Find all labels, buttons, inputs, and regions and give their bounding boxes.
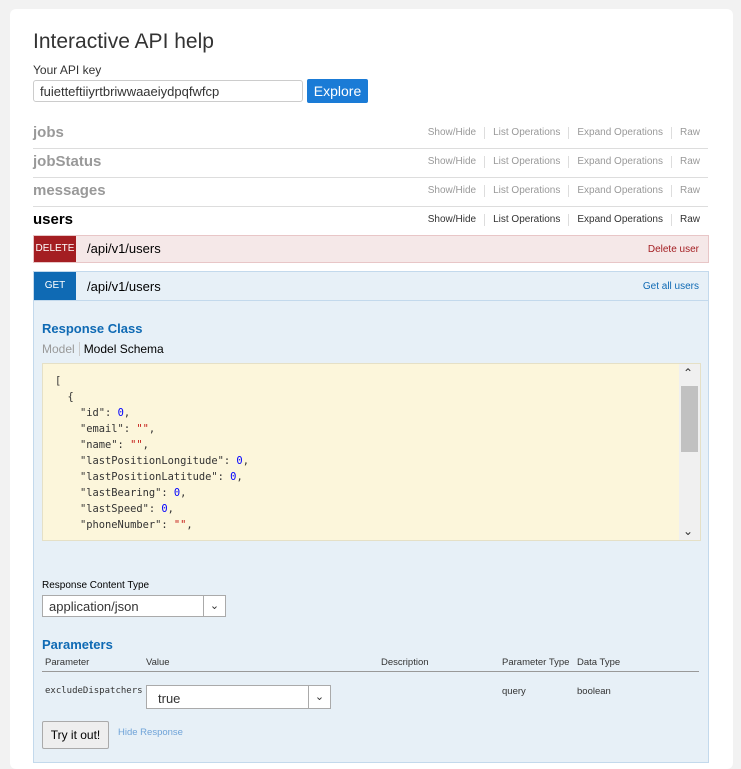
http-method-badge[interactable]: DELETE	[34, 236, 76, 262]
resource-name[interactable]: messages	[33, 182, 106, 199]
raw-link[interactable]: Raw	[672, 214, 708, 226]
delete-operation[interactable]: DELETE /api/v1/users Delete user	[33, 235, 709, 263]
table-header: Parameter Value Description Parameter Ty…	[42, 657, 699, 672]
operation-path[interactable]: /api/v1/users	[87, 241, 161, 256]
model-tabs: Model Model Schema	[42, 342, 164, 356]
schema-scrollbar[interactable]: ⌃ ⌄	[679, 364, 700, 540]
response-content-type-label: Response Content Type	[42, 580, 150, 591]
show-hide-link[interactable]: Show/Hide	[420, 127, 486, 139]
resource-users: users Show/Hide List Operations Expand O…	[33, 206, 708, 235]
chevron-down-icon[interactable]: ⌄	[683, 524, 693, 538]
scrollbar-thumb[interactable]	[681, 386, 698, 452]
expand-operations-link[interactable]: Expand Operations	[569, 127, 672, 139]
resource-name[interactable]: users	[33, 211, 73, 228]
api-key-input[interactable]	[33, 80, 303, 102]
list-operations-link[interactable]: List Operations	[485, 185, 570, 197]
tab-model[interactable]: Model	[42, 342, 80, 356]
chevron-down-icon: ⌄	[308, 686, 330, 708]
expand-operations-link[interactable]: Expand Operations	[569, 214, 672, 226]
raw-link[interactable]: Raw	[672, 185, 708, 197]
operation-header[interactable]: GET /api/v1/users Get all users	[34, 272, 708, 301]
operation-summary[interactable]: Get all users	[643, 281, 699, 292]
chevron-up-icon[interactable]: ⌃	[683, 366, 693, 380]
resource-jobs: jobs Show/Hide List Operations Expand Op…	[33, 119, 708, 149]
show-hide-link[interactable]: Show/Hide	[420, 214, 486, 226]
page-title: Interactive API help	[33, 30, 214, 53]
resource-name[interactable]: jobs	[33, 124, 64, 141]
exclude-dispatchers-select[interactable]: true ⌄	[146, 685, 331, 709]
get-operation: GET /api/v1/users Get all users Response…	[33, 271, 709, 763]
resource-name[interactable]: jobStatus	[33, 153, 101, 170]
http-method-badge[interactable]: GET	[34, 272, 76, 300]
show-hide-link[interactable]: Show/Hide	[420, 185, 486, 197]
explore-button[interactable]: Explore	[307, 79, 368, 103]
raw-link[interactable]: Raw	[672, 127, 708, 139]
expand-operations-link[interactable]: Expand Operations	[569, 156, 672, 168]
param-data-type: boolean	[577, 686, 611, 697]
resource-jobstatus: jobStatus Show/Hide List Operations Expa…	[33, 148, 708, 178]
hide-response-link[interactable]: Hide Response	[118, 727, 183, 738]
raw-link[interactable]: Raw	[672, 156, 708, 168]
parameters-heading: Parameters	[42, 637, 113, 652]
schema-code: [ { "id": 0, "email": "", "name": "", "l…	[55, 375, 249, 531]
chevron-down-icon: ⌄	[203, 596, 225, 616]
param-name: excludeDispatchers	[45, 686, 143, 696]
resource-messages: messages Show/Hide List Operations Expan…	[33, 177, 708, 207]
operation-summary[interactable]: Delete user	[648, 244, 699, 255]
tab-model-schema[interactable]: Model Schema	[80, 342, 164, 356]
param-type: query	[502, 686, 526, 697]
try-it-out-button[interactable]: Try it out!	[42, 721, 109, 749]
list-operations-link[interactable]: List Operations	[485, 156, 570, 168]
response-content-type-select[interactable]: application/json ⌄	[42, 595, 226, 617]
response-class-heading: Response Class	[42, 321, 143, 336]
api-key-label: Your API key	[33, 63, 102, 77]
operation-path[interactable]: /api/v1/users	[87, 279, 161, 294]
model-schema-box[interactable]: [ { "id": 0, "email": "", "name": "", "l…	[42, 363, 701, 541]
show-hide-link[interactable]: Show/Hide	[420, 156, 486, 168]
list-operations-link[interactable]: List Operations	[485, 214, 570, 226]
list-operations-link[interactable]: List Operations	[485, 127, 570, 139]
expand-operations-link[interactable]: Expand Operations	[569, 185, 672, 197]
